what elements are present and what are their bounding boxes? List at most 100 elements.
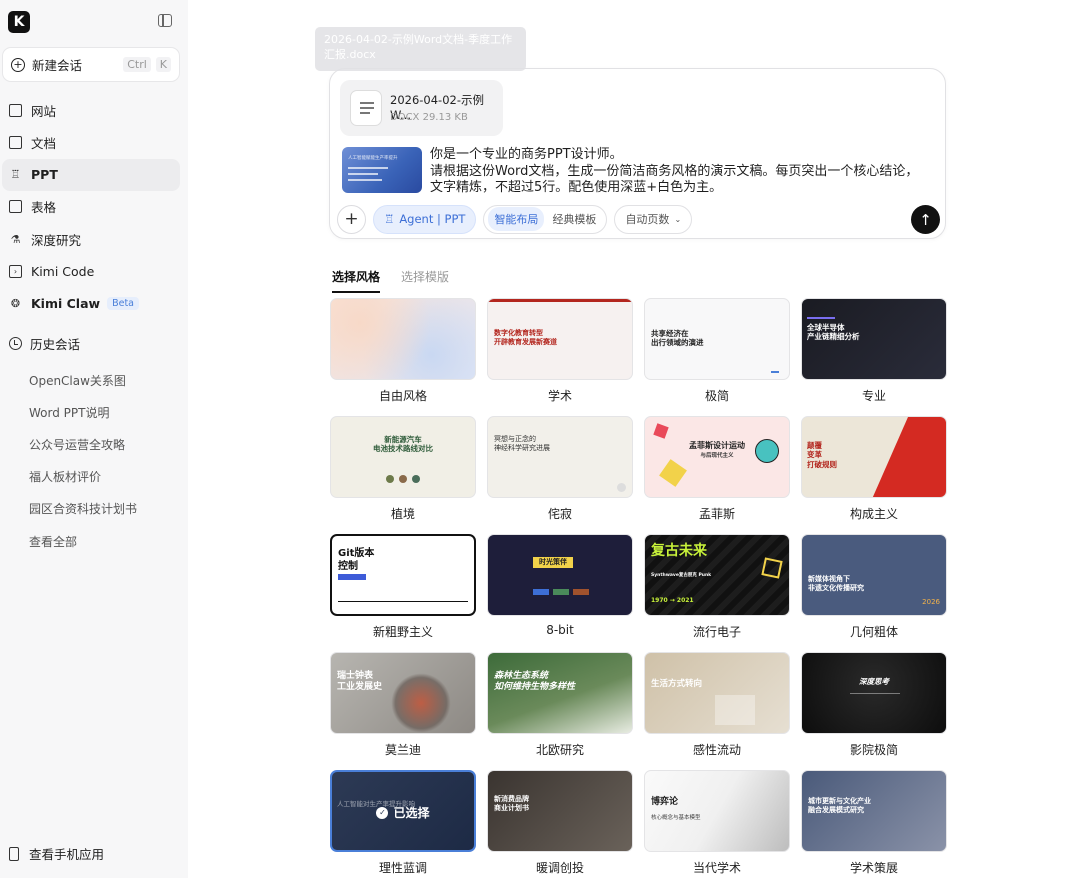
style-preview: 复古未来 Synthwave复古朋克 Punk 1970 → 2021 xyxy=(644,534,790,616)
sidebar-item-kimi-claw[interactable]: ❂ Kimi Claw Beta xyxy=(2,288,180,320)
sidebar: K + 新建会话 Ctrl K 网站 文档 ♖ PPT 表格 ⚗ 深度研究 › … xyxy=(0,0,188,878)
style-label: 当代学术 xyxy=(692,861,741,875)
style-preview-title: 新能源汽车 电池技术路线对比 xyxy=(373,435,433,454)
mobile-app-label: 查看手机应用 xyxy=(29,847,105,862)
thumbnail-caption: 人工智能赋能生产率提升 xyxy=(348,156,398,161)
page-count-label: 自动页数 xyxy=(625,213,670,226)
tab-style[interactable]: 选择风格 xyxy=(332,268,381,293)
style-preview: 博弈论 核心概念与基本模型 xyxy=(644,770,790,852)
style-card-contemporary-academic[interactable]: 博弈论 核心概念与基本模型 当代学术 xyxy=(644,770,790,878)
style-card-8bit[interactable]: 时光策伴 8-bit xyxy=(487,534,633,652)
add-attachment-button[interactable]: + xyxy=(337,204,366,234)
sidebar-item-research[interactable]: ⚗ 深度研究 xyxy=(2,223,180,255)
agent-label: Agent | PPT xyxy=(399,212,466,226)
phone-icon xyxy=(9,846,19,861)
style-card-rational-blue[interactable]: 人工智能对生产率提升影响 ✓ 已选择 理性蓝调 xyxy=(330,770,476,878)
style-label: 新粗野主义 xyxy=(372,625,433,639)
style-label: 莫兰迪 xyxy=(384,743,421,757)
style-preview-title: Git版本 控制 xyxy=(338,548,375,572)
style-label: 极简 xyxy=(704,389,729,403)
page-count-dropdown[interactable]: 自动页数 ⌄ xyxy=(614,204,693,234)
style-preview xyxy=(330,298,476,380)
style-preview: 孟菲斯设计运动 与后现代主义 xyxy=(644,416,790,498)
style-card-minimal[interactable]: 共享经济在 出行领域的演进 极简 xyxy=(644,298,790,416)
style-preview-title: 时光策伴 xyxy=(533,557,573,568)
agent-ppt-button[interactable]: ♖ Agent | PPT xyxy=(373,204,477,234)
history-item[interactable]: Word PPT说明 xyxy=(29,396,137,428)
style-preview: Git版本 控制 xyxy=(330,534,476,616)
attached-file-card[interactable]: 2026-04-02-示例W... DOCX 29.13 KB xyxy=(340,80,503,136)
history-item[interactable]: OpenClaw关系图 xyxy=(29,364,137,396)
style-card-wabi-sabi[interactable]: 冥想与正念的 神经科学研究进展 侘寂 xyxy=(487,416,633,534)
style-preview-title: 共享经济在 出行领域的演进 xyxy=(651,329,704,348)
sidebar-item-table[interactable]: 表格 xyxy=(2,191,180,223)
style-preview-title: 生活方式转向 xyxy=(651,679,703,689)
style-card-synthwave[interactable]: 复古未来 Synthwave复古朋克 Punk 1970 → 2021 流行电子 xyxy=(644,534,790,652)
style-label: 流行电子 xyxy=(692,625,741,639)
sidebar-nav: 网站 文档 ♖ PPT 表格 ⚗ 深度研究 › Kimi Code ❂ Kimi… xyxy=(2,94,180,320)
sidebar-collapse-icon[interactable] xyxy=(158,14,172,27)
beta-badge: Beta xyxy=(107,297,139,311)
sidebar-item-label: 网站 xyxy=(31,103,57,119)
prompt-input[interactable]: 你是一个专业的商务PPT设计师。 请根据这份Word文档，生成一份简洁商务风格的… xyxy=(430,147,930,197)
sidebar-item-label: 文档 xyxy=(31,135,57,151)
send-button[interactable]: ↑ xyxy=(911,205,940,234)
style-card-botanical[interactable]: 新能源汽车 电池技术路线对比 植境 xyxy=(330,416,476,534)
sidebar-item-kimi-code[interactable]: › Kimi Code xyxy=(2,255,180,287)
style-preview-title: 全球半导体 产业链精细分析 xyxy=(807,323,860,342)
style-card-geometric-bold[interactable]: 新媒体视角下 非遗文化传播研究 2026 几何粗体 xyxy=(801,534,947,652)
history-heading[interactable]: 历史会话 xyxy=(9,334,80,353)
style-label: 植境 xyxy=(390,507,415,521)
style-card-free[interactable]: 自由风格 xyxy=(330,298,476,416)
shortcut-hint: Ctrl K xyxy=(123,57,171,72)
style-preview-title: 深度思考 xyxy=(859,677,889,686)
prompt-line: 请根据这份Word文档，生成一份简洁商务风格的演示文稿。每页突出一个核心结论，文… xyxy=(430,163,919,196)
style-card-morandi[interactable]: 瑞士钟表 工业发展史 莫兰迪 xyxy=(330,652,476,770)
sidebar-item-label: Kimi Code xyxy=(31,263,95,279)
style-preview-title: 新消费品牌 商业计划书 xyxy=(494,795,529,812)
sidebar-item-document[interactable]: 文档 xyxy=(2,126,180,158)
history-item[interactable]: 福人板材评价 xyxy=(29,461,137,493)
history-item[interactable]: 园区合资科技计划书 xyxy=(29,493,137,525)
new-chat-button[interactable]: + 新建会话 Ctrl K xyxy=(2,47,180,82)
style-preview-subtitle: Synthwave复古朋克 Punk xyxy=(651,573,712,578)
style-card-academic[interactable]: 数字化教育转型 开辟教育发展新赛道 学术 xyxy=(487,298,633,416)
style-card-neo-brutalism[interactable]: Git版本 控制 新粗野主义 xyxy=(330,534,476,652)
clock-icon xyxy=(9,337,22,350)
style-card-professional[interactable]: 全球半导体 产业链精细分析 专业 xyxy=(801,298,947,416)
style-preview: 瑞士钟表 工业发展史 xyxy=(330,652,476,734)
style-label: 影院极简 xyxy=(849,743,898,757)
tab-template[interactable]: 选择模版 xyxy=(401,268,449,293)
reference-thumbnail[interactable]: 人工智能赋能生产率提升 xyxy=(342,147,422,193)
style-preview-title: 孟菲斯设计运动 xyxy=(689,441,745,450)
claw-icon: ❂ xyxy=(10,297,21,311)
style-preview-title: 数字化教育转型 开辟教育发展新赛道 xyxy=(494,329,557,346)
mobile-app-link[interactable]: 查看手机应用 xyxy=(9,844,104,863)
research-icon: ⚗ xyxy=(10,232,21,246)
style-label: 8-bit xyxy=(546,623,574,637)
style-card-memphis[interactable]: 孟菲斯设计运动 与后现代主义 孟菲斯 xyxy=(644,416,790,534)
style-preview-title: 复古未来 xyxy=(651,543,707,559)
style-label: 理性蓝调 xyxy=(378,861,427,875)
style-label: 学术 xyxy=(547,389,572,403)
style-card-cinema-minimal[interactable]: 深度思考 影院极简 xyxy=(801,652,947,770)
smart-layout-option[interactable]: 智能布局 xyxy=(488,207,545,231)
sidebar-item-website[interactable]: 网站 xyxy=(2,94,180,126)
classic-template-option[interactable]: 经典模板 xyxy=(546,207,602,231)
style-preview: 城市更新与文化产业 融合发展模式研究 xyxy=(801,770,947,852)
file-icon xyxy=(350,90,382,126)
style-card-academic-curation[interactable]: 城市更新与文化产业 融合发展模式研究 学术策展 xyxy=(801,770,947,878)
kimi-logo[interactable]: K xyxy=(8,11,30,33)
style-card-emotional-flow[interactable]: 生活方式转向 感性流动 xyxy=(644,652,790,770)
check-icon: ✓ xyxy=(376,806,389,819)
sidebar-item-ppt[interactable]: ♖ PPT xyxy=(2,158,180,191)
website-icon xyxy=(9,103,22,117)
plus-circle-icon: + xyxy=(11,57,25,72)
style-preview: 深度思考 xyxy=(801,652,947,734)
style-card-nordic-research[interactable]: 森林生态系统 如何维持生物多样性 北欧研究 xyxy=(487,652,633,770)
style-card-warm-venture[interactable]: 新消费品牌 商业计划书 暖调创投 xyxy=(487,770,633,878)
view-all-history-link[interactable]: 查看全部 xyxy=(29,525,137,557)
style-card-constructivism[interactable]: 颠覆 变革 打破规则 构成主义 xyxy=(801,416,947,534)
style-label: 自由风格 xyxy=(378,389,427,403)
history-item[interactable]: 公众号运营全攻略 xyxy=(29,428,137,460)
